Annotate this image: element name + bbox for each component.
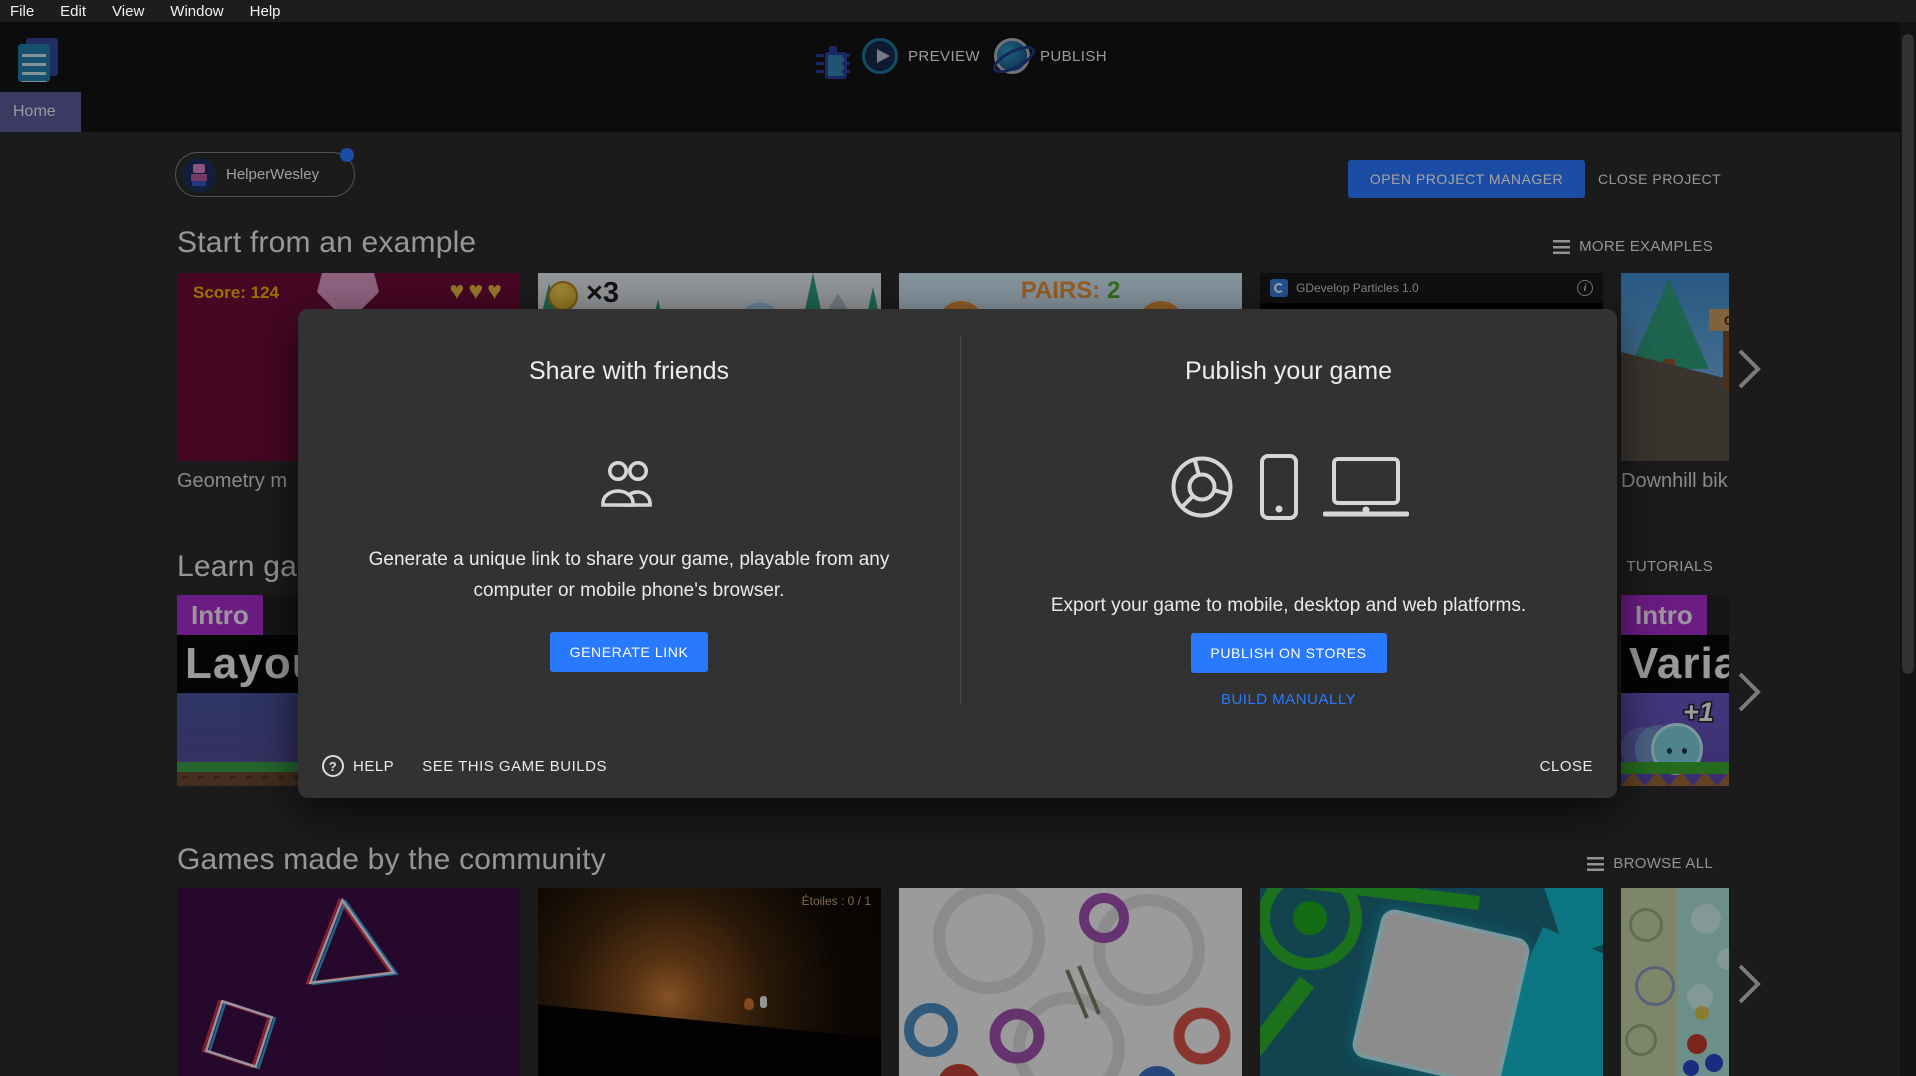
build-manually-link[interactable]: BUILD MANUALLY [1221, 691, 1356, 708]
platform-icons [1169, 452, 1409, 522]
menu-help[interactable]: Help [250, 3, 281, 20]
menu-bar: File Edit View Window Help [0, 0, 1916, 22]
help-button[interactable]: ? HELP [322, 755, 394, 777]
menu-window[interactable]: Window [170, 3, 223, 20]
menu-file[interactable]: File [10, 3, 34, 20]
close-dialog-button[interactable]: CLOSE [1540, 758, 1593, 775]
dialog-footer: ? HELP SEE THIS GAME BUILDS CLOSE [322, 750, 1593, 782]
people-icon [600, 458, 658, 508]
share-panel: Share with friends Generate a unique lin… [298, 309, 960, 672]
see-builds-button[interactable]: SEE THIS GAME BUILDS [422, 758, 607, 775]
share-title: Share with friends [529, 357, 729, 386]
publish-panel: Publish your game [960, 309, 1617, 708]
generate-link-button[interactable]: GENERATE LINK [550, 632, 708, 672]
smartphone-icon [1259, 453, 1299, 521]
menu-edit[interactable]: Edit [60, 3, 86, 20]
laptop-icon [1323, 455, 1409, 519]
publish-title: Publish your game [1185, 357, 1392, 386]
chrome-icon [1169, 454, 1235, 520]
publish-on-stores-button[interactable]: PUBLISH ON STORES [1191, 633, 1387, 673]
share-description: Generate a unique link to share your gam… [337, 544, 922, 606]
menu-view[interactable]: View [112, 3, 144, 20]
publish-description: Export your game to mobile, desktop and … [979, 590, 1599, 621]
question-mark-icon: ? [322, 755, 344, 777]
gdevelop-app: File Edit View Window Help PREVIEW PUBLI… [0, 0, 1916, 1076]
share-dialog: Share with friends Generate a unique lin… [298, 309, 1617, 798]
